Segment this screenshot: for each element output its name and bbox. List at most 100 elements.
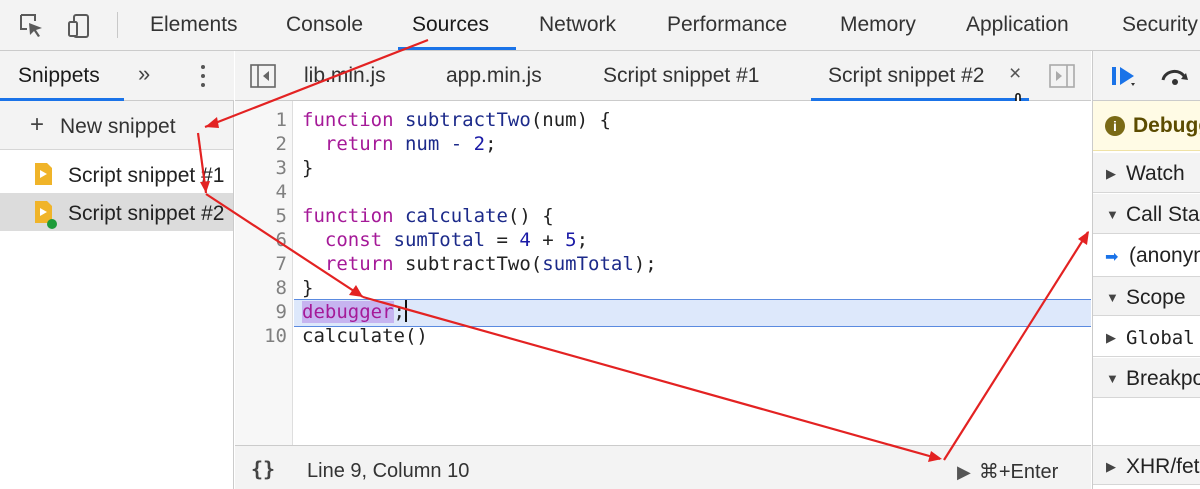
resume-icon[interactable] [1111, 65, 1137, 87]
editor-tab-script-snippet-1[interactable]: Script snippet #1 [603, 64, 759, 88]
line-number: 10 [264, 325, 287, 347]
current-frame-arrow-icon: ➡ [1105, 249, 1119, 266]
collapse-triangle-icon: ▼ [1106, 207, 1119, 222]
cursor-position: Line 9, Column 10 [307, 460, 470, 482]
editor-status-bar: {} Line 9, Column 10 ▶ ⌘+Enter [235, 445, 1091, 489]
selected-keyword-token: debugger [302, 301, 394, 323]
new-snippet-label: New snippet [60, 115, 176, 138]
section-label: Call Stack [1126, 203, 1200, 226]
editor-tab-app-min-js[interactable]: app.min.js [446, 64, 542, 88]
tab-security[interactable]: Security [1122, 13, 1198, 37]
tab-network[interactable]: Network [539, 13, 616, 37]
editor-tab-strip: lib.min.js app.min.js Script snippet #1 … [235, 51, 1091, 101]
expand-triangle-icon: ▶ [1106, 459, 1116, 474]
new-snippet-button[interactable]: + New snippet [0, 101, 233, 150]
section-label: Watch [1126, 162, 1185, 185]
toggle-debugger-icon[interactable] [1049, 64, 1075, 88]
line-number: 8 [275, 277, 287, 299]
debugger-toolbar [1093, 51, 1200, 101]
paused-line-highlight [294, 299, 1091, 327]
code-line-5: function calculate() { [302, 204, 554, 228]
active-tab-indicator [398, 47, 516, 50]
code-token: num - [393, 133, 474, 155]
section-label: Breakpoints [1126, 367, 1200, 390]
devtools-top-bar: Elements Console Sources Network Perform… [0, 0, 1200, 51]
device-toolbar-icon[interactable] [66, 12, 94, 40]
code-token: = [485, 229, 520, 251]
step-over-icon[interactable] [1159, 66, 1191, 86]
scope-global-item[interactable]: ▶ Global [1093, 317, 1200, 357]
line-number: 7 [275, 253, 287, 275]
identifier-token: sumTotal [393, 229, 486, 251]
run-shortcut-label: ⌘+Enter [978, 461, 1059, 483]
code-token: ; [576, 229, 589, 251]
snippet-item-label: Script snippet #1 [68, 164, 225, 187]
tab-snippets[interactable]: Snippets [18, 64, 100, 88]
breakpoints-section-header[interactable]: ▼ Breakpoints [1093, 358, 1200, 398]
line-number: 5 [275, 205, 287, 227]
snippet-item-label: Script snippet #2 [68, 202, 225, 225]
code-line-10: calculate() [302, 325, 428, 347]
collapse-triangle-icon: ▼ [1106, 290, 1119, 305]
navigator-pane: Snippets » + New snippet Script snippet … [0, 51, 234, 489]
toggle-navigator-icon[interactable] [250, 64, 276, 88]
snippet-item-1[interactable]: Script snippet #1 [0, 155, 233, 193]
keyword-token: return [324, 253, 394, 275]
snippet-file-icon [35, 163, 52, 185]
editor-tab-lib-min-js[interactable]: lib.min.js [304, 64, 386, 88]
code-line-7: return subtractTwo(sumTotal); [302, 252, 657, 276]
tab-memory[interactable]: Memory [840, 13, 916, 37]
editor-tab-script-snippet-2[interactable]: Script snippet #2 [828, 64, 984, 88]
expand-triangle-icon: ▶ [1106, 166, 1116, 181]
tab-performance[interactable]: Performance [667, 13, 787, 37]
identifier-token: sumTotal [542, 253, 634, 275]
section-label: Scope [1126, 286, 1186, 309]
code-line-6: const sumTotal = 4 + 5; [302, 228, 588, 252]
pretty-print-button[interactable]: {} [251, 457, 275, 481]
line-number: 6 [275, 229, 287, 251]
call-stack-section-header[interactable]: ▼ Call Stack [1093, 194, 1200, 234]
code-token: ); [633, 253, 657, 275]
code-token: subtractTwo( [393, 253, 543, 275]
number-token: 5 [565, 229, 577, 251]
line-number: 2 [275, 133, 287, 155]
expand-triangle-icon: ▶ [1106, 330, 1116, 345]
number-token: 4 [519, 229, 531, 251]
toolbar-divider [117, 12, 118, 38]
identifier-token: subtractTwo [404, 109, 531, 131]
line-number: 9 [275, 301, 287, 323]
code-line-3: } [302, 157, 314, 179]
debugger-sidebar: i Debugger paused ▶ Watch ▼ Call Stack ➡ (a… [1092, 51, 1200, 489]
keyword-token: function [302, 109, 394, 131]
scope-section-header[interactable]: ▼ Scope [1093, 276, 1200, 316]
code-token: (num) { [530, 109, 611, 131]
keyword-token: function [302, 205, 394, 227]
code-line-8: } [302, 277, 314, 299]
number-token: 2 [473, 133, 486, 155]
paused-label: Debugger paused [1133, 114, 1200, 137]
close-tab-icon[interactable]: × [1009, 62, 1021, 86]
line-number: 4 [275, 181, 287, 203]
xhr-breakpoints-section-header[interactable]: ▶ XHR/fetch Breakpoints [1093, 445, 1200, 485]
call-frame-item[interactable]: ➡ (anonymous) [1093, 235, 1200, 275]
keyword-token: const [324, 229, 383, 251]
more-tabs-chevron-icon[interactable]: » [138, 61, 150, 87]
run-snippet-button[interactable]: ▶ ⌘+Enter [957, 459, 1058, 484]
line-number: 3 [275, 157, 287, 179]
call-frame-label: (anonymous) [1129, 244, 1200, 267]
plus-icon: + [30, 111, 45, 138]
tab-elements[interactable]: Elements [150, 13, 238, 37]
snippet-item-2[interactable]: Script snippet #2 [0, 193, 233, 231]
play-icon: ▶ [957, 462, 971, 482]
collapse-triangle-icon: ▼ [1106, 371, 1119, 386]
tab-console[interactable]: Console [286, 13, 363, 37]
running-indicator-icon [47, 219, 57, 229]
inspect-element-icon[interactable] [18, 12, 46, 40]
kebab-menu-icon[interactable] [196, 63, 210, 91]
watch-section-header[interactable]: ▶ Watch [1093, 153, 1200, 193]
tab-application[interactable]: Application [966, 13, 1069, 37]
code-token: ; [393, 301, 405, 323]
navigator-header: Snippets » [0, 51, 234, 101]
tab-sources[interactable]: Sources [412, 13, 489, 37]
code-line-9: debugger; [302, 300, 407, 324]
